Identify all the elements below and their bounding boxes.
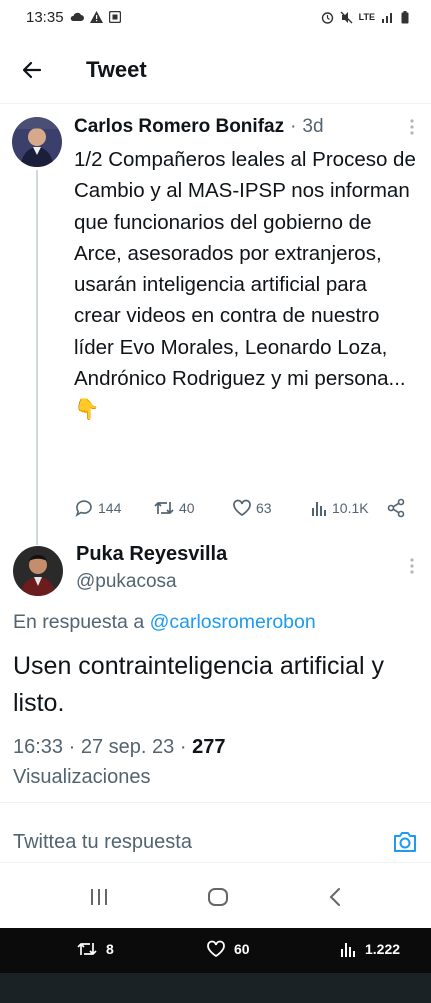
header-divider (0, 103, 431, 104)
mute-icon (340, 11, 353, 23)
system-nav-bar (0, 866, 431, 928)
status-left: 13:35 (26, 9, 121, 26)
more-vertical-icon (410, 558, 414, 574)
top-bar: Tweet (0, 40, 431, 100)
overlay-like-count: 60 (234, 941, 250, 957)
status-bar: 13:35 LTE (0, 0, 431, 34)
retweet-icon (154, 502, 174, 514)
overlay-strip (0, 973, 431, 1003)
overlay-likes[interactable]: 60 (206, 940, 250, 958)
retweet-action[interactable]: 40 (153, 499, 195, 517)
back-button[interactable] (0, 40, 64, 100)
views-count: 10.1K (332, 500, 369, 516)
reply-text: Usen contrainteligencia artificial y lis… (13, 652, 385, 717)
overlay-retweets[interactable]: 8 (76, 940, 114, 958)
status-time: 13:35 (26, 8, 64, 26)
status-right: LTE (321, 10, 409, 24)
thread-line (36, 170, 38, 545)
like-count: 63 (256, 500, 272, 516)
tweet-text: 1/2 Compañeros leales al Proceso de Camb… (74, 148, 416, 422)
recent-apps-icon[interactable] (89, 888, 109, 906)
avatar-puka[interactable] (13, 546, 63, 596)
signal-icon (382, 13, 392, 23)
analytics-icon (312, 502, 326, 516)
meta-divider (0, 802, 431, 803)
reply-more-options-button[interactable] (402, 556, 422, 576)
analytics-icon (341, 943, 355, 957)
composer-divider (0, 862, 431, 863)
retweet-count: 40 (179, 500, 195, 516)
replying-to-mention[interactable]: @carlosromerobon (150, 611, 316, 633)
overlay-views[interactable]: 1.222 (339, 940, 400, 958)
cloud-icon (70, 12, 84, 21)
reply-views-count[interactable]: 277 (192, 736, 225, 758)
avatar-carlos[interactable] (12, 117, 62, 167)
reply-author-name[interactable]: Puka Reyesvilla (76, 543, 227, 566)
author-name[interactable]: Carlos Romero Bonifaz (74, 116, 284, 138)
overlay-retweet-count: 8 (106, 941, 114, 957)
screenshot-icon (108, 11, 121, 23)
heart-icon (207, 940, 225, 958)
back-nav-icon[interactable] (328, 887, 342, 907)
more-vertical-icon (410, 119, 414, 135)
reply-input[interactable]: Twittea tu respuesta (13, 831, 192, 854)
reply-action[interactable]: 144 (74, 498, 121, 518)
arrow-left-icon (22, 61, 42, 79)
alarm-icon (321, 11, 333, 24)
overlay-views-count: 1.222 (365, 941, 401, 957)
overlay-stats-bar: 8 60 1.222 (0, 928, 431, 1003)
meta-dot: · (179, 736, 187, 758)
meta-dot: · (68, 736, 76, 758)
camera-icon[interactable] (392, 831, 418, 853)
tweet-time[interactable]: 3d (302, 116, 323, 138)
replying-to-prefix: En respuesta a (13, 611, 145, 633)
more-options-button[interactable] (402, 117, 422, 137)
network-label: LTE (358, 12, 375, 22)
reply-composer[interactable]: Twittea tu respuesta (0, 820, 431, 864)
reply-date[interactable]: 27 sep. 23 (81, 736, 174, 758)
author-separator: · (290, 116, 297, 137)
warning-icon (89, 11, 103, 23)
reply-meta: 16:33 · 27 sep. 23 · 277 Visualizaciones (13, 732, 413, 792)
share-action[interactable] (386, 498, 406, 518)
reply-count: 144 (98, 500, 122, 516)
share-icon (387, 498, 405, 518)
reply-views-label: Visualizaciones (13, 766, 151, 788)
tweet-actions: 144 40 63 10.1K (74, 494, 414, 522)
like-action[interactable]: 63 (232, 499, 272, 517)
heart-icon (233, 499, 251, 517)
battery-icon (401, 10, 409, 23)
home-icon[interactable] (207, 887, 229, 907)
reply-time[interactable]: 16:33 (13, 736, 63, 758)
comment-icon (75, 500, 92, 517)
replying-to: En respuesta a @carlosromerobon (13, 611, 316, 634)
views-action[interactable]: 10.1K (310, 499, 369, 517)
tweet-header: Carlos Romero Bonifaz · 3d (74, 116, 324, 138)
retweet-icon (77, 943, 97, 955)
reply-author-handle[interactable]: @pukacosa (76, 571, 177, 593)
page-title: Tweet (86, 57, 147, 82)
